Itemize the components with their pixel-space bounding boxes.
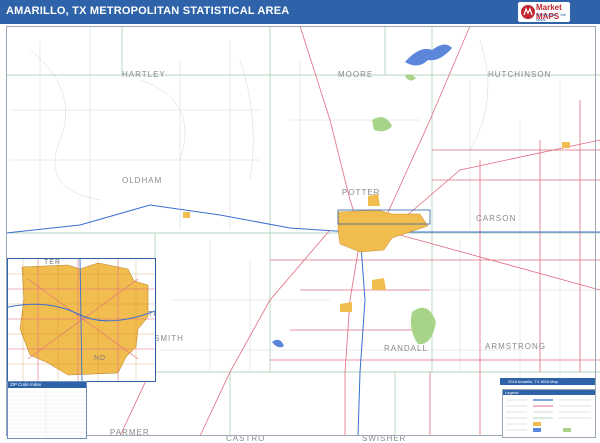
brand-contact-info bbox=[572, 3, 598, 21]
park-area-2 bbox=[372, 117, 392, 132]
vega-town bbox=[183, 212, 190, 218]
inset-label-right-2: ND bbox=[94, 355, 107, 362]
inset-svg bbox=[8, 259, 155, 381]
inset-label-right-1: TH bbox=[148, 311, 155, 318]
county-label-castro: CASTRO bbox=[226, 434, 266, 443]
county-label-oldham: OLDHAM bbox=[122, 176, 163, 185]
lake-meredith bbox=[405, 44, 452, 66]
legend-water-symbol bbox=[533, 428, 541, 432]
lake-small bbox=[272, 339, 284, 348]
canyon-city bbox=[340, 302, 352, 312]
legend-city-symbol bbox=[533, 422, 541, 426]
county-label-hartley: HARTLEY bbox=[122, 70, 166, 79]
brand-logo: Market MAPS Go Beyond... the Maps Americ… bbox=[518, 2, 570, 37]
map-header: AMARILLO, TX METROPOLITAN STATISTICAL AR… bbox=[0, 0, 600, 37]
amarillo-city bbox=[337, 209, 429, 253]
legend-text-placeholders bbox=[506, 399, 591, 431]
inset-label-top: TER bbox=[44, 259, 61, 266]
county-label-swisher: SWISHER bbox=[362, 434, 407, 443]
legend-symbols bbox=[506, 399, 591, 432]
claude-town bbox=[562, 142, 570, 148]
county-label-carson: CARSON bbox=[476, 214, 517, 223]
inset-map[interactable]: TER TH ND bbox=[7, 258, 156, 382]
county-label-hutchinson: HUTCHINSON bbox=[488, 70, 552, 79]
marketmaps-logo-icon bbox=[521, 5, 535, 19]
map-legend: Legend bbox=[502, 389, 596, 438]
map-title: AMARILLO, TX METROPOLITAN STATISTICAL AR… bbox=[6, 5, 290, 17]
brand-tagline-line: Go Beyond... the Maps bbox=[536, 12, 567, 22]
county-label-moore: MOORE bbox=[338, 70, 374, 79]
county-label-parmer: PARMER bbox=[110, 428, 150, 437]
county-label-armstrong: ARMSTRONG bbox=[485, 342, 546, 351]
interstate-i27 bbox=[357, 231, 366, 437]
small-town bbox=[372, 278, 386, 290]
legend-park-symbol bbox=[563, 428, 571, 432]
zip-code-index: ZIP Code Index bbox=[7, 381, 87, 439]
county-label-potter: POTTER bbox=[342, 188, 381, 197]
county-label-deaf-smith: SMITH bbox=[154, 334, 184, 343]
zip-index-gridlines bbox=[8, 388, 86, 438]
zip-index-rows bbox=[8, 388, 86, 438]
map-footer-bar: 2018 Amarillo, TX MSA Map bbox=[500, 378, 595, 385]
county-label-randall: RANDALL bbox=[384, 344, 428, 353]
